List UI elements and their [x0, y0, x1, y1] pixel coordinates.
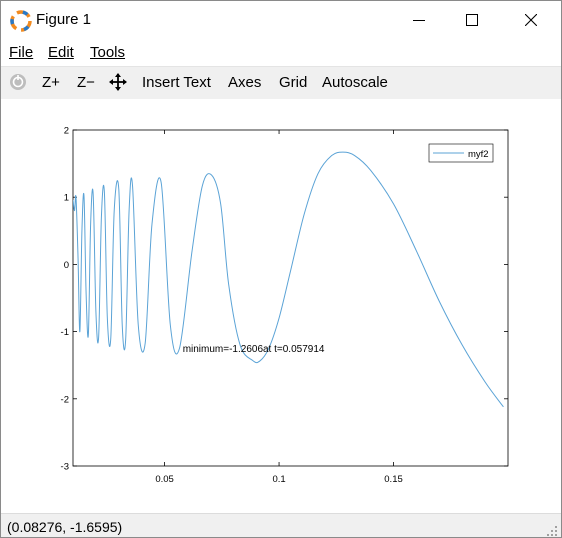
figure-canvas[interactable]: 0.05 0.1 0.15 2 1 0 -1 -2 -3 minimum=-1.2606at … [1, 99, 561, 513]
menu-bar: File Edit Tools [1, 41, 561, 65]
x-tick-label: 0.15 [384, 474, 403, 485]
figure-window: Figure 1 File Edit Tools Z+ Z− Insert Te… [0, 0, 562, 538]
toolbar: Z+ Z− Insert Text Axes Grid Autoscale [1, 66, 561, 100]
pan-icon[interactable] [109, 73, 127, 91]
plot-area[interactable]: 0.05 0.1 0.15 2 1 0 -1 -2 -3 minimum=-1.2606at … [1, 99, 561, 513]
legend: myf2 [428, 143, 494, 163]
zoom-in-button[interactable]: Z+ [42, 74, 60, 91]
y-tick-label: -2 [61, 394, 69, 405]
minimum-annotation: minimum=-1.2606at t=0.057914 [183, 344, 325, 355]
autoscale-button[interactable]: Autoscale [322, 74, 388, 91]
maximize-icon [466, 14, 478, 26]
menu-tools[interactable]: Tools [90, 44, 125, 61]
resize-grip-icon[interactable] [546, 525, 558, 537]
x-ticks: 0.05 0.1 0.15 [155, 130, 403, 485]
title-bar[interactable]: Figure 1 [1, 1, 561, 39]
status-bar: (0.08276, -1.6595) [1, 513, 561, 537]
menu-edit-label: Edit [48, 44, 74, 61]
x-tick-label: 0.05 [155, 474, 174, 485]
x-tick-label: 0.1 [272, 474, 285, 485]
close-icon [525, 14, 537, 26]
minimize-icon [413, 20, 425, 21]
cursor-coordinates: (0.08276, -1.6595) [7, 519, 123, 535]
grid-button[interactable]: Grid [279, 74, 307, 91]
insert-text-button[interactable]: Insert Text [142, 74, 211, 91]
zoom-out-button[interactable]: Z− [77, 74, 95, 91]
legend-series-label: myf2 [468, 149, 489, 160]
series-lines [73, 151, 504, 408]
axes-button[interactable]: Axes [228, 74, 261, 91]
close-button[interactable] [508, 1, 554, 39]
y-tick-label: -3 [61, 462, 69, 473]
menu-file-label: File [9, 44, 34, 61]
maximize-button[interactable] [449, 1, 495, 39]
rotate-icon[interactable] [9, 73, 27, 91]
y-tick-label: 0 [64, 260, 69, 271]
octave-logo-icon [10, 10, 32, 32]
minimize-button[interactable] [396, 1, 442, 39]
axes-frame [72, 129, 509, 467]
y-tick-label: 1 [64, 193, 69, 204]
menu-tools-label: Tools [90, 44, 126, 61]
y-tick-label: 2 [64, 126, 69, 137]
series-line-myf2 [73, 151, 504, 408]
menu-edit[interactable]: Edit [48, 44, 74, 61]
menu-file[interactable]: File [9, 44, 33, 61]
window-title: Figure 1 [36, 11, 92, 28]
y-tick-label: -1 [61, 327, 69, 338]
axes-box [72, 129, 509, 467]
